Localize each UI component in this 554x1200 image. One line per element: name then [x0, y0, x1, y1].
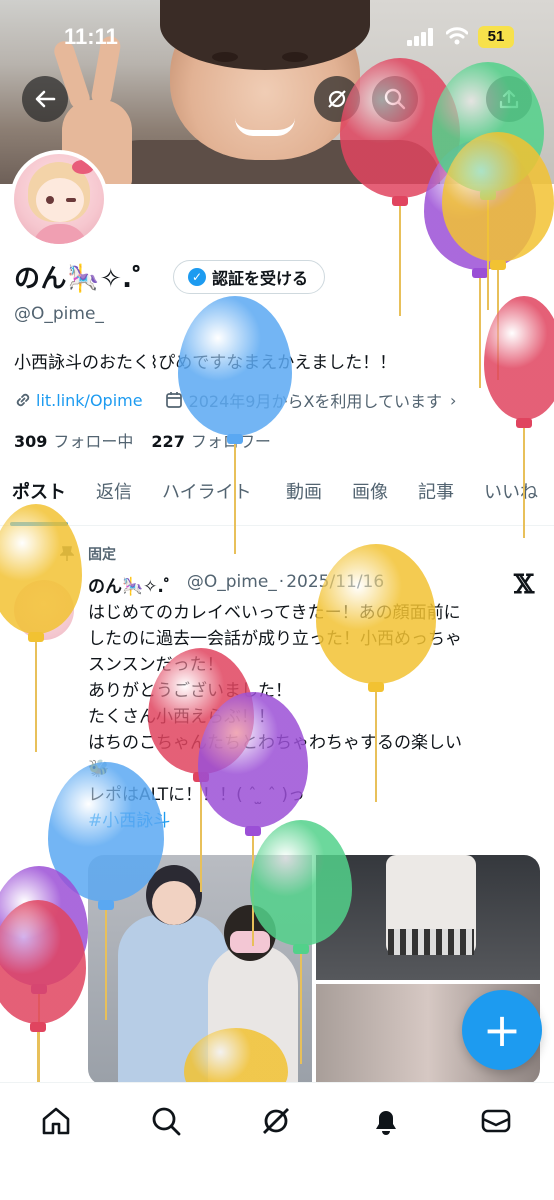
- back-button[interactable]: [22, 76, 68, 122]
- profile-tabs: ポスト 返信 ハイライト 動画 画像 記事 いいね: [0, 470, 554, 526]
- link-icon: [16, 393, 30, 407]
- post-line: したのに過去一会話が成り立った！小西めっちゃ: [88, 629, 462, 649]
- compose-plus-icon: +: [482, 1003, 522, 1057]
- profile-handle: @O_pime_: [14, 304, 104, 324]
- messages-icon: [481, 1109, 511, 1133]
- followers-count: 227: [151, 432, 185, 451]
- profile-avatar[interactable]: [10, 150, 108, 248]
- status-bar: 11:11 51: [0, 0, 554, 72]
- battery-indicator: 51: [478, 26, 514, 48]
- tab-highlights[interactable]: ハイライト: [156, 470, 258, 526]
- nav-grok[interactable]: [256, 1101, 296, 1141]
- post-line: はじめてのカレイベいってきたー！あの顔面前に: [88, 603, 461, 623]
- nav-notifications[interactable]: [366, 1101, 406, 1141]
- nav-search[interactable]: [146, 1101, 186, 1141]
- tab-articles[interactable]: 記事: [412, 470, 460, 526]
- profile-name-row: のん🎠✧.゜ ✓ 認証を受ける: [14, 258, 326, 295]
- banner-smile: [235, 118, 295, 136]
- tab-media[interactable]: 画像: [346, 470, 394, 526]
- nav-home[interactable]: [36, 1101, 76, 1141]
- get-verified-label: 認証を受ける: [212, 268, 309, 288]
- post-line: スンスンだった！: [88, 655, 224, 675]
- nav-messages[interactable]: [476, 1101, 516, 1141]
- post-author-name[interactable]: のん🎠✧.゜: [88, 572, 181, 597]
- x-logo-icon: 𝕏: [514, 570, 535, 600]
- following-count: 309: [14, 432, 48, 451]
- profile-name: のん🎠✧.゜: [14, 264, 160, 294]
- profile-website-link[interactable]: lit.link/Opime: [36, 391, 143, 410]
- pinned-label: 固定: [88, 547, 116, 563]
- calendar-icon: [165, 392, 182, 408]
- wifi-icon: [446, 27, 468, 45]
- notifications-icon: [376, 1111, 396, 1135]
- chevron-right-icon[interactable]: ›: [450, 391, 456, 410]
- grok-icon: [263, 1108, 289, 1134]
- tab-replies[interactable]: 返信: [90, 470, 138, 526]
- bottom-navigation: [0, 1082, 554, 1200]
- tab-likes[interactable]: いいね: [478, 470, 544, 526]
- post-separator: ·: [278, 572, 285, 592]
- post-author-handle[interactable]: @O_pime_: [187, 572, 277, 597]
- verified-check-icon: ✓: [188, 267, 207, 286]
- get-verified-button[interactable]: ✓ 認証を受ける: [173, 259, 326, 294]
- signal-icon: [407, 28, 435, 46]
- status-time: 11:11: [64, 24, 118, 49]
- back-arrow-icon: [35, 90, 56, 108]
- following-label: フォロー中: [53, 432, 134, 451]
- profile-screen: 11:11 51 のん🎠✧.゜ ✓ 認証を受ける @O_pime_ lit.li…: [0, 0, 554, 1200]
- post-line: 🐝: [88, 756, 538, 782]
- following-link[interactable]: 309 フォロー中: [14, 428, 133, 452]
- tab-videos[interactable]: 動画: [280, 470, 328, 526]
- home-icon: [42, 1107, 70, 1135]
- search-icon: [152, 1107, 181, 1136]
- compose-button[interactable]: +: [462, 990, 542, 1070]
- avatar-image: [14, 154, 104, 244]
